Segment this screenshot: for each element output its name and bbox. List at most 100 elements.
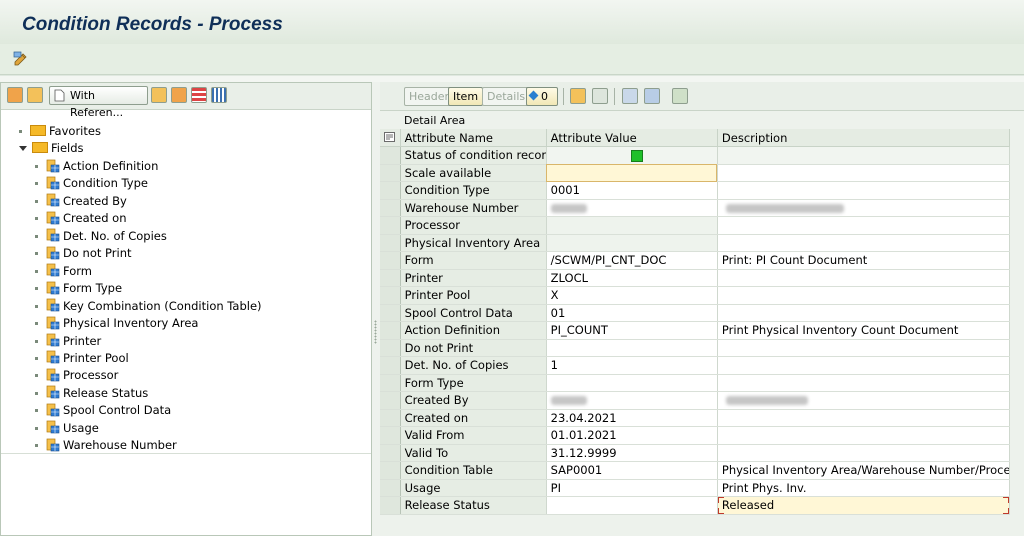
view-icon[interactable] xyxy=(644,88,660,104)
remove-favorite-icon[interactable] xyxy=(171,87,187,103)
tree-node-field[interactable]: Physical Inventory Area xyxy=(35,315,198,332)
column-header-description[interactable]: Description xyxy=(717,129,1011,147)
row-selector[interactable] xyxy=(380,269,401,287)
expand-icon[interactable] xyxy=(7,87,23,103)
splitter-grip[interactable] xyxy=(374,320,377,344)
display-change-icon[interactable] xyxy=(13,50,29,66)
focus-corner xyxy=(717,497,724,503)
attribute-row[interactable]: Form/SCWM/PI_CNT_DOC Print: PI Count Docu… xyxy=(380,251,1011,270)
row-selector[interactable] xyxy=(380,321,401,340)
row-selector[interactable] xyxy=(380,496,401,515)
expanded-arrow-icon[interactable] xyxy=(19,146,27,151)
tree-bullet xyxy=(35,252,38,256)
attribute-row[interactable]: Status of condition record xyxy=(380,146,1011,165)
detail-toolbar: Header Item Details 0 xyxy=(380,82,1024,111)
attribute-description[interactable]: Released xyxy=(717,496,1011,515)
export-icon[interactable] xyxy=(672,88,688,104)
attribute-row[interactable]: Do not Print xyxy=(380,339,1011,357)
collapse-icon[interactable] xyxy=(27,87,43,103)
main-area: With Referen... Favorites Fields Action De… xyxy=(0,76,1024,536)
copy-icon[interactable] xyxy=(592,88,608,104)
tree-node-field[interactable]: Warehouse Number xyxy=(35,437,177,454)
details-button[interactable]: Details xyxy=(482,87,531,106)
row-selector[interactable] xyxy=(380,409,401,427)
attribute-description xyxy=(717,181,1011,200)
attribute-description xyxy=(717,391,1011,410)
tree-node-field[interactable]: Usage xyxy=(35,420,99,437)
attribute-row[interactable]: Condition Table SAP0001 Physical Inventory… xyxy=(380,461,1011,480)
row-selector[interactable] xyxy=(380,286,401,305)
add-favorite-icon[interactable] xyxy=(151,87,167,103)
select-all-icon[interactable] xyxy=(380,129,401,147)
attribute-row[interactable]: Valid From 01.01.2021 xyxy=(380,426,1011,445)
attribute-row[interactable]: Form Type xyxy=(380,374,1011,392)
item-button[interactable]: Item xyxy=(448,87,484,106)
redacted-value xyxy=(550,203,587,213)
attribute-row[interactable]: Created By xyxy=(380,391,1011,410)
scale-available-input[interactable] xyxy=(546,164,718,182)
attribute-row[interactable]: Warehouse Number xyxy=(380,199,1011,217)
with-reference-button[interactable]: With Referen... xyxy=(49,86,148,119)
attribute-row[interactable]: Physical Inventory Area xyxy=(380,234,1011,252)
attribute-row[interactable]: Action Definition PI_COUNT Print Physical … xyxy=(380,321,1011,340)
attribute-row[interactable]: Printer ZLOCL xyxy=(380,269,1011,287)
columns-icon[interactable] xyxy=(211,87,227,103)
attribute-row[interactable]: Spool Control Data 01 xyxy=(380,304,1011,322)
application-toolbar xyxy=(0,44,1024,75)
row-selector[interactable] xyxy=(380,426,401,445)
row-selector[interactable] xyxy=(380,461,401,480)
attribute-name: Processor xyxy=(400,216,547,235)
column-header-attribute-value[interactable]: Attribute Value xyxy=(546,129,718,147)
attribute-row[interactable]: Processor xyxy=(380,216,1011,235)
tree-node-field[interactable]: Form xyxy=(35,263,92,280)
print-icon[interactable] xyxy=(622,88,638,104)
layout-icon[interactable] xyxy=(191,87,207,103)
tree-node-field[interactable]: Do not Print xyxy=(35,245,132,262)
row-selector[interactable] xyxy=(380,164,401,182)
row-selector[interactable] xyxy=(380,374,401,392)
row-selector[interactable] xyxy=(380,251,401,270)
attribute-row[interactable]: Scale available xyxy=(380,164,1011,182)
tree-node-fields[interactable]: Fields xyxy=(19,140,84,157)
attribute-row[interactable]: Det. No. of Copies 1 xyxy=(380,356,1011,375)
tree-node-field[interactable]: Created on xyxy=(35,210,127,227)
tree-node-label: Condition Type xyxy=(63,176,148,191)
tree-node-field[interactable]: Release Status xyxy=(35,385,148,402)
row-selector[interactable] xyxy=(380,234,401,252)
attribute-row[interactable]: Created on 23.04.2021 xyxy=(380,409,1011,427)
tree-node-field[interactable]: Action Definition xyxy=(35,158,158,175)
header-button[interactable]: Header xyxy=(404,87,455,106)
tree-node-field[interactable]: Printer Pool xyxy=(35,350,129,367)
tree-node-field[interactable]: Key Combination (Condition Table) xyxy=(35,298,262,315)
row-selector[interactable] xyxy=(380,216,401,235)
counter-button[interactable]: 0 xyxy=(526,87,558,106)
tree-node-field[interactable]: Printer xyxy=(35,333,101,350)
row-selector[interactable] xyxy=(380,304,401,322)
pane-splitter[interactable] xyxy=(372,82,380,536)
tree-node-label: Det. No. of Copies xyxy=(63,228,167,243)
attribute-name: Printer Pool xyxy=(400,286,547,305)
attribute-row[interactable]: Condition Type 0001 xyxy=(380,181,1011,200)
row-selector[interactable] xyxy=(380,444,401,462)
tree-node-favorites[interactable]: Favorites xyxy=(19,123,101,140)
tree-node-field[interactable]: Condition Type xyxy=(35,175,148,192)
row-selector[interactable] xyxy=(380,479,401,497)
tree-node-field[interactable]: Processor xyxy=(35,367,118,384)
column-header-attribute-name[interactable]: Attribute Name xyxy=(400,129,547,147)
tree-node-field[interactable]: Det. No. of Copies xyxy=(35,228,167,245)
attribute-row[interactable]: Valid To 31.12.9999 xyxy=(380,444,1011,462)
row-selector[interactable] xyxy=(380,356,401,375)
tree-node-field[interactable]: Created By xyxy=(35,193,127,210)
tree-node-field[interactable]: Form Type xyxy=(35,280,122,297)
row-selector[interactable] xyxy=(380,146,401,165)
attribute-row[interactable]: Usage PI Print Phys. Inv. xyxy=(380,479,1011,497)
row-selector[interactable] xyxy=(380,199,401,217)
row-selector[interactable] xyxy=(380,181,401,200)
attribute-row[interactable]: Release Status Released xyxy=(380,496,1011,515)
attribute-row[interactable]: Printer Pool X xyxy=(380,286,1011,305)
row-selector[interactable] xyxy=(380,391,401,410)
create-icon[interactable] xyxy=(570,88,586,104)
tree-node-field[interactable]: Spool Control Data xyxy=(35,402,171,419)
attribute-name: Form xyxy=(400,251,547,270)
row-selector[interactable] xyxy=(380,339,401,357)
